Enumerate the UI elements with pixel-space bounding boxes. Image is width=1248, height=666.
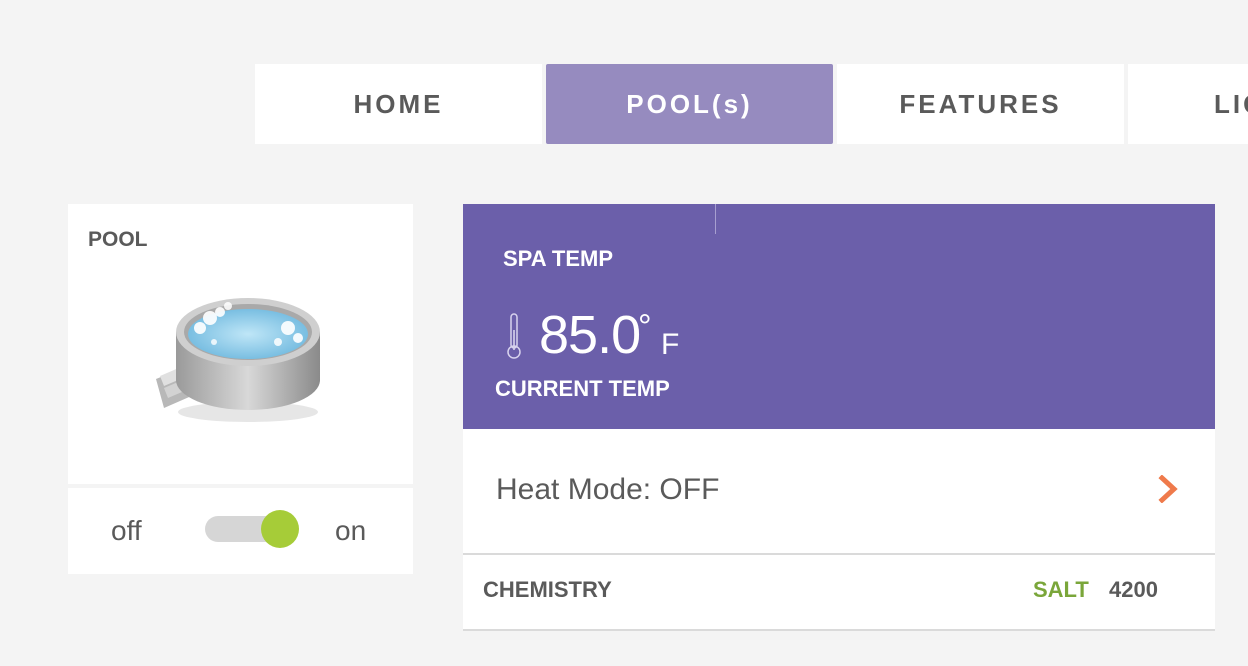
toggle-on-label: on — [335, 515, 367, 546]
chemistry-label: CHEMISTRY — [483, 577, 612, 602]
chemistry-row: CHEMISTRY SALT 4200 — [463, 555, 1215, 631]
current-temp-value: 85.0 — [539, 305, 641, 365]
salt-label: SALT — [1033, 577, 1089, 602]
degree-symbol: ° — [638, 308, 652, 346]
toggle-off-label: off — [111, 515, 142, 546]
heat-mode-label: Heat Mode: OFF — [496, 473, 720, 506]
salt-value: 4200 — [1109, 577, 1158, 602]
chevron-right-icon[interactable] — [1157, 475, 1181, 503]
spa-temp-title: SPA TEMP — [503, 246, 614, 271]
divider — [715, 204, 716, 234]
tab-features[interactable]: FEATURES — [837, 64, 1124, 144]
pool-power-toggle[interactable] — [205, 510, 299, 548]
thermometer-icon — [507, 313, 521, 359]
pool-card[interactable]: POOL — [68, 204, 413, 484]
tab-home[interactable]: HOME — [255, 64, 542, 144]
tab-lights[interactable]: LIG — [1128, 64, 1248, 144]
heat-mode-row[interactable]: Heat Mode: OFF — [463, 429, 1215, 555]
spa-temp-panel: SPA TEMP 85.0 ° F CURRENT TEMP — [463, 204, 1215, 429]
pool-title: POOL — [88, 228, 148, 251]
tab-pools[interactable]: POOL(s) — [546, 64, 833, 144]
main-tabs: HOME POOL(s) FEATURES LIG — [255, 64, 1248, 144]
toggle-knob[interactable] — [261, 510, 299, 548]
temp-unit: F — [661, 328, 680, 361]
hot-tub-icon — [156, 298, 320, 422]
current-temp-label: CURRENT TEMP — [495, 376, 670, 401]
pool-toggle-card: off on — [68, 488, 413, 574]
